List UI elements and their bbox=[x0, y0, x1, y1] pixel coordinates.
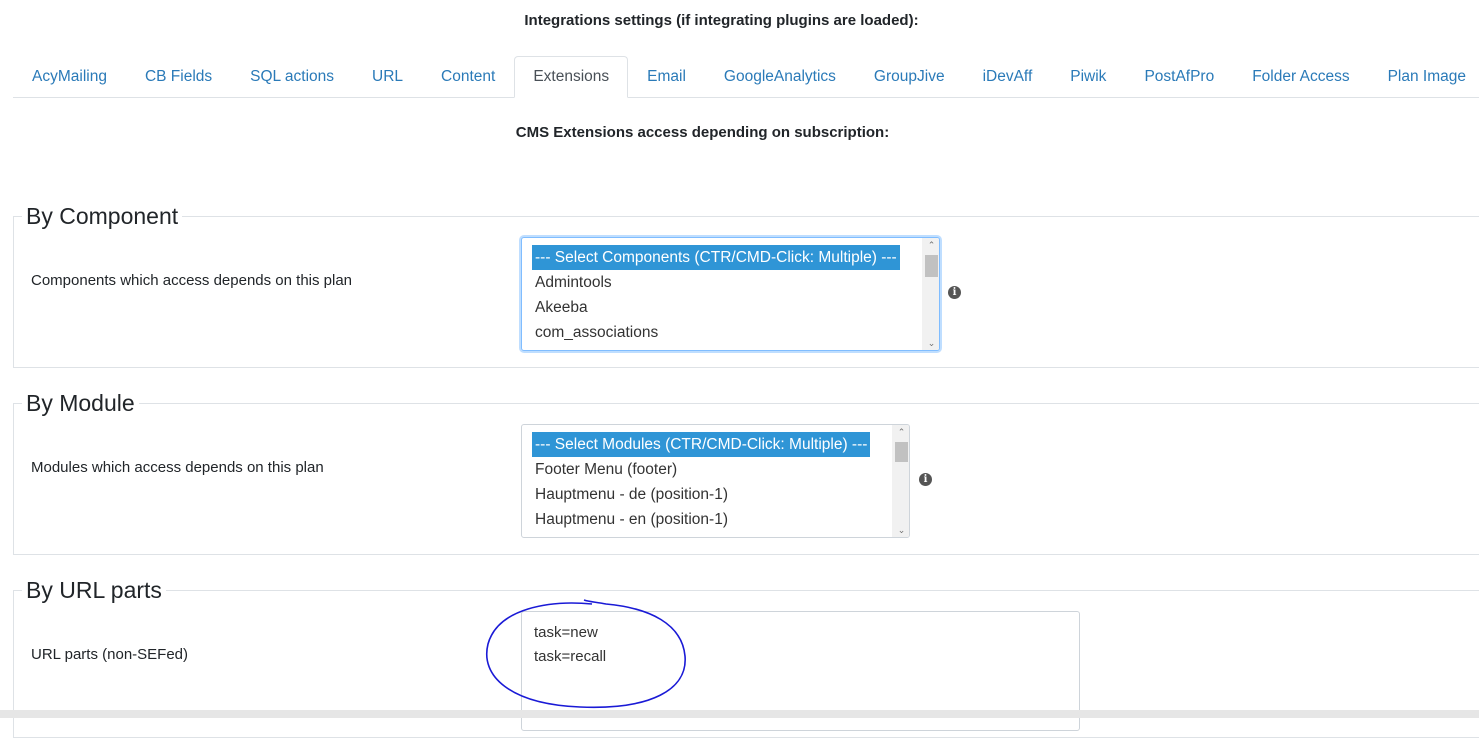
list-item[interactable]: com_associations bbox=[532, 320, 939, 345]
tab-postafpro[interactable]: PostAfPro bbox=[1125, 56, 1233, 98]
components-select[interactable]: --- Select Components (CTR/CMD-Click: Mu… bbox=[521, 237, 940, 351]
modules-scrollbar[interactable]: ⌃ ⌄ bbox=[892, 425, 909, 537]
scroll-thumb[interactable] bbox=[895, 442, 908, 462]
integration-tabs: AcyMailing CB Fields SQL actions URL Con… bbox=[13, 56, 1479, 98]
list-item[interactable]: Akeeba bbox=[532, 295, 939, 320]
chevron-down-icon[interactable]: ⌄ bbox=[893, 523, 909, 537]
tab-sql-actions[interactable]: SQL actions bbox=[231, 56, 353, 98]
by-url-legend: By URL parts bbox=[26, 577, 162, 603]
tab-cb-fields[interactable]: CB Fields bbox=[126, 56, 231, 98]
by-component-legend: By Component bbox=[26, 203, 179, 229]
components-label: Components which access depends on this … bbox=[31, 272, 353, 289]
scroll-thumb[interactable] bbox=[925, 255, 938, 277]
tab-extensions[interactable]: Extensions bbox=[514, 56, 629, 98]
modules-label: Modules which access depends on this pla… bbox=[31, 459, 324, 476]
chevron-up-icon[interactable]: ⌃ bbox=[923, 238, 939, 252]
tab-email[interactable]: Email bbox=[628, 56, 705, 98]
tab-googleanalytics[interactable]: GoogleAnalytics bbox=[705, 56, 855, 98]
list-item[interactable]: Hauptmenu - de (position-1) bbox=[532, 482, 909, 507]
chevron-up-icon[interactable]: ⌃ bbox=[893, 425, 909, 439]
tab-folder-access[interactable]: Folder Access bbox=[1233, 56, 1368, 98]
list-item[interactable]: --- Select Modules (CTR/CMD-Click: Multi… bbox=[532, 432, 871, 457]
components-scrollbar[interactable]: ⌃ ⌄ bbox=[922, 238, 939, 350]
list-item[interactable]: --- Select Components (CTR/CMD-Click: Mu… bbox=[532, 245, 900, 270]
list-item[interactable]: Hauptmenu - en (position-1) bbox=[532, 507, 909, 532]
tab-url[interactable]: URL bbox=[353, 56, 422, 98]
by-module-legend: By Module bbox=[26, 390, 135, 416]
url-part-line: task=recall bbox=[534, 648, 607, 665]
list-item[interactable]: Admintools bbox=[532, 270, 939, 295]
chevron-down-icon[interactable]: ⌄ bbox=[923, 336, 939, 350]
tab-content[interactable]: Content bbox=[422, 56, 514, 98]
url-part-line: task=new bbox=[534, 624, 598, 641]
tab-plan-image[interactable]: Plan Image bbox=[1369, 56, 1479, 98]
url-parts-label: URL parts (non-SEFed) bbox=[31, 646, 189, 663]
cms-extensions-heading: CMS Extensions access depending on subsc… bbox=[515, 124, 890, 141]
info-icon[interactable]: i bbox=[948, 286, 961, 299]
tab-groupjive[interactable]: GroupJive bbox=[855, 56, 964, 98]
tab-piwik[interactable]: Piwik bbox=[1051, 56, 1125, 98]
tab-acymailing[interactable]: AcyMailing bbox=[13, 56, 126, 98]
tab-idevaff[interactable]: iDevAff bbox=[964, 56, 1052, 98]
bottom-scrollbar bbox=[0, 710, 1479, 718]
list-item[interactable]: Footer Menu (footer) bbox=[532, 457, 909, 482]
modules-select[interactable]: --- Select Modules (CTR/CMD-Click: Multi… bbox=[521, 424, 910, 538]
integrations-heading: Integrations settings (if integrating pl… bbox=[524, 12, 919, 29]
info-icon[interactable]: i bbox=[919, 473, 932, 486]
